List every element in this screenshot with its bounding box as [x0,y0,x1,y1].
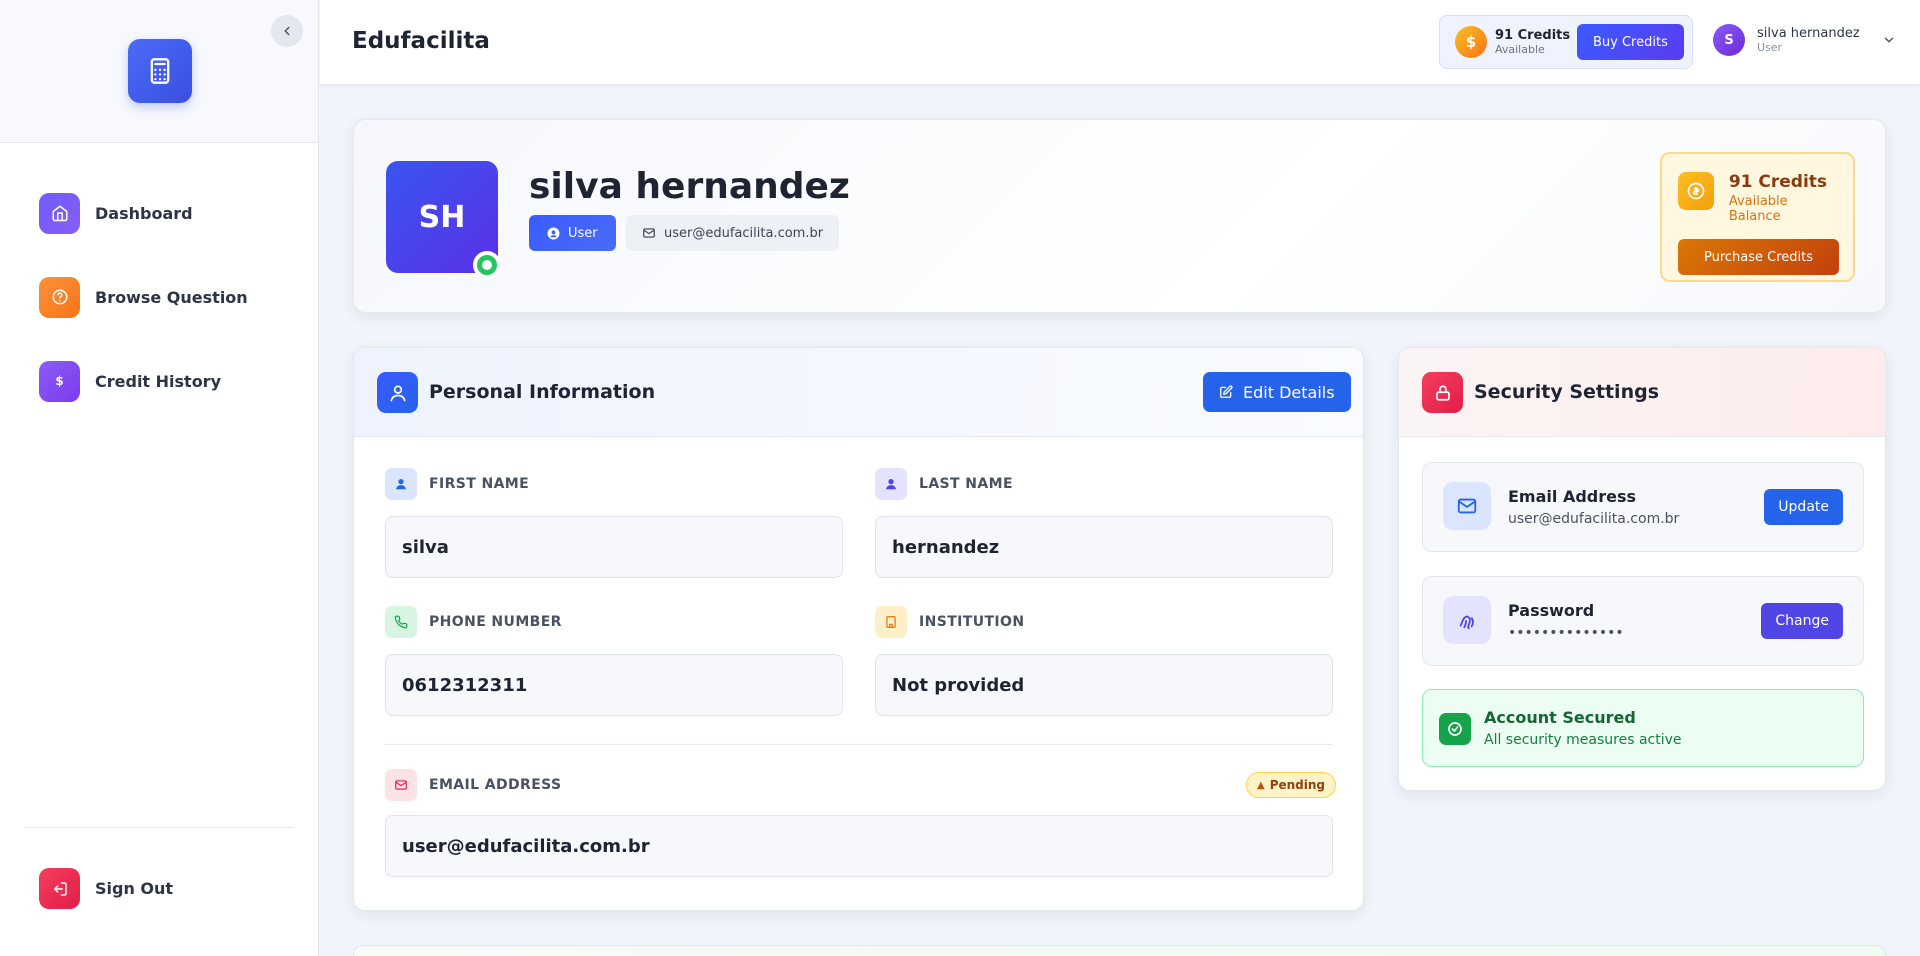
sign-out-label: Sign Out [95,879,174,898]
email-address-label: EMAIL ADDRESS [429,777,562,793]
user-circle-icon [547,227,560,239]
sidebar-item-label: Dashboard [95,203,193,223]
building-icon [875,606,907,638]
sidebar: Dashboard Browse Question $ Credit Histo… [0,0,319,956]
calculator-logo-icon[interactable] [128,39,192,103]
change-password-button[interactable]: Change [1761,603,1843,639]
chevron-left-icon [284,26,290,36]
phone-field[interactable]: 0612312311 [385,654,843,716]
mail-icon [1443,482,1491,530]
coin-icon: $ [1455,26,1487,58]
last-name-field[interactable]: hernandez [875,516,1333,578]
sidebar-nav: Dashboard Browse Question $ Credit Histo… [0,192,318,444]
first-name-field-group: FIRST NAME silva [385,468,843,578]
edit-details-label: Edit Details [1243,382,1335,402]
status-badge: ▲ Pending [1246,772,1337,798]
avatar: S [1713,24,1745,56]
user-icon [377,372,418,413]
card-header: Personal Information Edit Details [354,348,1363,437]
home-icon [39,192,80,234]
last-name-field-group: LAST NAME hernandez [875,468,1333,578]
first-name-field[interactable]: silva [385,516,843,578]
security-email-row: Email Address user@edufacilita.com.br Up… [1422,462,1864,552]
institution-label: INSTITUTION [919,614,1025,630]
secured-title: Account Secured [1484,708,1636,727]
top-header: Edufacilita $ 91 Credits Available Buy C… [320,0,1920,85]
user-name: silva hernandez [1757,26,1860,41]
email-badge: user@edufacilita.com.br [626,215,840,251]
profile-name: silva hernandez [529,166,850,207]
balance-title: 91 Credits [1728,172,1828,192]
sidebar-item-label: Browse Question [95,287,248,307]
credits-count: 91 Credits [1495,28,1571,43]
security-password-title: Password [1508,601,1595,620]
email-label: user@edufacilita.com.br [664,225,824,241]
account-secured-banner: Account Secured All security measures ac… [1422,689,1864,767]
secured-subtitle: All security measures active [1484,732,1682,748]
email-field[interactable]: user@edufacilita.com.br [385,815,1333,877]
institution-field-group: INSTITUTION Not provided [875,606,1333,716]
sign-out-button[interactable]: Sign Out [39,868,173,909]
email-field-group: EMAIL ADDRESS user@edufacilita.com.br [385,769,1333,877]
edit-icon [1220,385,1233,398]
edit-details-button[interactable]: Edit Details [1203,372,1351,412]
sidebar-item-browse-question[interactable]: Browse Question [0,276,318,318]
purchase-credits-button[interactable]: Purchase Credits [1678,239,1839,275]
phone-label: PHONE NUMBER [429,614,562,630]
sidebar-header [0,0,318,143]
card-header: Security Settings [1399,348,1885,437]
card-title: Personal Information [429,381,656,403]
mail-icon [643,228,655,238]
card-title: Security Settings [1474,381,1660,403]
check-shield-icon [1439,713,1471,745]
security-settings-card: Security Settings Email Address user@edu… [1398,347,1886,791]
personal-information-card: Personal Information Edit Details FIRST … [353,347,1364,911]
role-label: User [568,225,598,241]
phone-field-group: PHONE NUMBER 0612312311 [385,606,843,716]
security-password-value: •••••••••••••• [1508,625,1624,641]
user-icon [385,468,417,500]
security-email-title: Email Address [1508,487,1637,506]
user-menu[interactable]: S silva hernandez User [1713,24,1896,56]
institution-field[interactable]: Not provided [875,654,1333,716]
coin-icon [1678,172,1714,210]
online-status-icon [473,251,501,279]
chevron-down-icon [1884,37,1893,43]
security-email-value: user@edufacilita.com.br [1508,511,1680,527]
warning-icon: ▲ [1257,779,1265,791]
mail-icon [385,769,417,801]
help-circle-icon [39,276,80,318]
collapse-sidebar-button[interactable] [271,15,303,47]
brand-title: Edufacilita [352,28,490,54]
pending-label: Pending [1269,778,1326,792]
sidebar-item-credit-history[interactable]: $ Credit History [0,360,318,402]
sidebar-item-label: Credit History [95,371,221,391]
credits-status: Available [1495,43,1545,56]
lock-icon [1422,372,1463,413]
security-password-row: Password •••••••••••••• Change [1422,576,1864,666]
user-icon [875,468,907,500]
buy-credits-button[interactable]: Buy Credits [1577,24,1684,60]
section-divider [385,744,1332,745]
fingerprint-icon [1443,596,1491,644]
user-role: User [1757,41,1783,54]
balance-box: 91 Credits Available Balance Purchase Cr… [1660,152,1855,282]
phone-icon [385,606,417,638]
profile-card: SH silva hernandez User user@edufacilita… [353,119,1886,313]
balance-subtitle: Available Balance [1728,194,1788,224]
next-section-card [353,945,1886,956]
last-name-label: LAST NAME [919,476,1013,492]
sidebar-divider [25,827,293,828]
sidebar-item-dashboard[interactable]: Dashboard [0,192,318,234]
dollar-icon: $ [39,360,80,402]
credits-widget: $ 91 Credits Available Buy Credits [1439,15,1693,69]
logout-icon [39,868,80,909]
role-badge: User [529,215,616,251]
first-name-label: FIRST NAME [429,476,530,492]
update-email-button[interactable]: Update [1764,489,1843,525]
